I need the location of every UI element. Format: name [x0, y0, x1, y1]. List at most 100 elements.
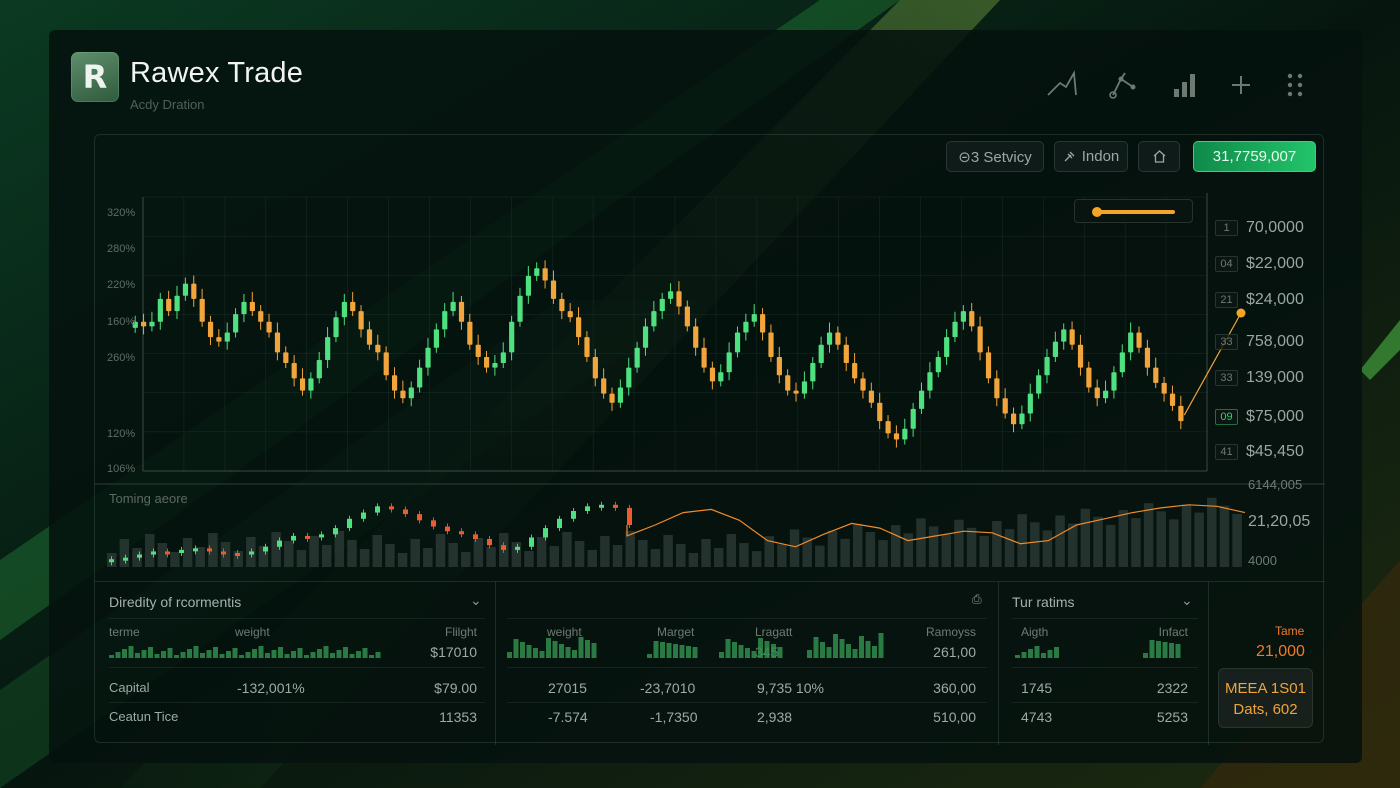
candle: [299, 378, 306, 391]
table-cell: Capital: [109, 680, 150, 695]
spark-bar: [193, 646, 199, 658]
candle: [425, 347, 431, 368]
candle: [885, 421, 891, 434]
slider-knob[interactable]: [1092, 207, 1102, 217]
spark-bar: [647, 654, 652, 658]
export-icon[interactable]: ⎙: [972, 592, 982, 607]
row-divider: [507, 618, 987, 619]
app-subtitle: Acdy Dration: [130, 97, 205, 112]
chevron-down-icon[interactable]: ⌄: [1181, 592, 1193, 609]
volume-bar: [119, 539, 130, 567]
candle: [860, 378, 866, 391]
row-divider: [109, 667, 485, 668]
volume-bar: [1169, 519, 1179, 567]
candle: [216, 337, 222, 342]
price-badge[interactable]: 31,7759,007: [1193, 141, 1316, 172]
candle: [617, 387, 624, 403]
volume-bar: [726, 534, 737, 567]
candle: [584, 337, 590, 357]
candle: [366, 329, 373, 345]
scale-value: $75,000: [1246, 408, 1304, 425]
sub-candle: [389, 506, 394, 510]
candle: [1178, 405, 1184, 422]
volume-bar: [1093, 516, 1103, 567]
candle: [1119, 352, 1125, 373]
spark-bar: [732, 642, 737, 658]
summary-box[interactable]: MEEA 1S01 Dats, 602: [1218, 668, 1313, 728]
candle: [433, 329, 440, 348]
scale-index: 09: [1215, 409, 1238, 425]
column-header: Ramoyss: [925, 625, 976, 639]
spark-bar: [533, 648, 538, 658]
spark-bar: [115, 652, 121, 658]
volume-bar: [1181, 504, 1192, 567]
range-slider[interactable]: [1074, 199, 1193, 223]
candle: [559, 298, 565, 312]
candle: [274, 332, 281, 353]
scale-index: 1: [1215, 220, 1238, 236]
spark-bar: [1169, 643, 1174, 658]
spark-bar: [813, 637, 819, 658]
bar-chart-icon[interactable]: [1165, 68, 1205, 102]
spark-bar: [330, 653, 335, 658]
spark-bar: [336, 650, 342, 658]
spark-bar: [219, 654, 225, 658]
plus-icon[interactable]: [1221, 68, 1261, 102]
candle: [375, 344, 381, 353]
volume-bar: [296, 550, 307, 567]
line-chart-icon[interactable]: [1042, 68, 1082, 102]
table-cell: -1,7350: [650, 709, 698, 725]
volume-bar: [1194, 512, 1204, 567]
spark-bar: [310, 652, 316, 658]
spark-bar: [174, 655, 179, 658]
candle: [693, 326, 699, 348]
spark-bar: [141, 650, 147, 658]
table-cell: 360,00: [933, 680, 976, 696]
volume-bar: [865, 532, 876, 567]
price-scale-row: 1 70,0000: [1215, 219, 1304, 237]
candle: [1144, 347, 1151, 368]
volume-bar: [676, 544, 686, 567]
volume-bar: [1219, 505, 1230, 567]
spark-bar: [252, 649, 257, 658]
sub-scale-label: 21,20,05: [1248, 513, 1311, 530]
indicator-chip[interactable]: Indon: [1054, 141, 1128, 172]
app-title: Rawex Trade: [130, 57, 304, 89]
spark-bar: [725, 639, 731, 658]
candle: [266, 321, 272, 333]
spark-bar: [585, 640, 590, 658]
volume-bar: [890, 525, 901, 567]
spark-bar: [278, 647, 283, 658]
table-cell: $79.00: [434, 680, 477, 696]
volume-bar: [1105, 524, 1116, 567]
sub-candle: [487, 539, 492, 546]
candle: [383, 352, 389, 376]
candle: [1061, 329, 1067, 342]
volume-bar: [789, 529, 800, 567]
grip-icon[interactable]: [1275, 68, 1315, 102]
volume-bar: [587, 550, 597, 567]
spark-bar: [719, 652, 724, 658]
section-divider: [495, 582, 496, 745]
volume-bar: [979, 535, 989, 567]
node-graph-icon[interactable]: [1103, 68, 1143, 102]
volume-bar: [1131, 518, 1141, 567]
setting-chip[interactable]: ⊝3 Setvicy: [946, 141, 1044, 172]
spark-bar: [820, 642, 825, 658]
spark-bar: [526, 645, 532, 658]
spark-bar: [206, 650, 212, 658]
chevron-down-icon[interactable]: ⌄: [470, 592, 482, 609]
table-cell: 2322: [1156, 680, 1188, 696]
volume-bar: [562, 532, 572, 567]
volume-bar: [473, 538, 484, 567]
volume-bar: [1232, 513, 1242, 567]
home-button[interactable]: [1138, 141, 1180, 172]
spark-bar: [265, 653, 270, 658]
row-divider: [1012, 667, 1198, 668]
spark-bar: [1015, 655, 1020, 658]
volume-bar: [372, 535, 383, 567]
candle: [191, 283, 197, 299]
volume-bar: [954, 519, 964, 567]
sub-candle: [613, 504, 618, 508]
sub-candle: [207, 548, 212, 552]
